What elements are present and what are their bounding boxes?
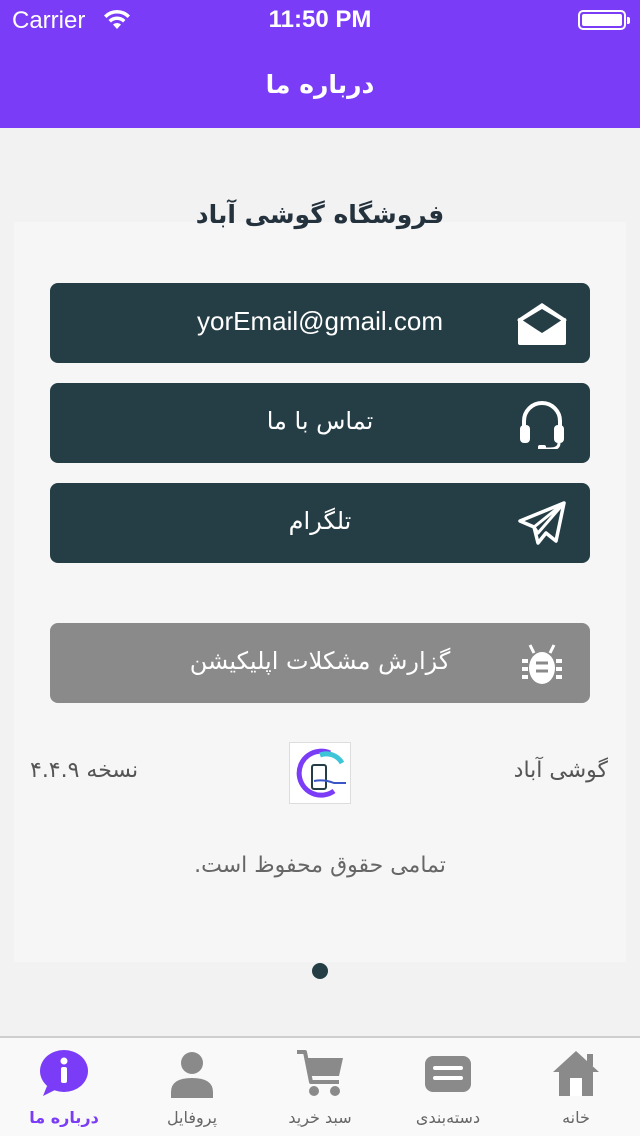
- info-icon: [40, 1050, 88, 1096]
- tab-home[interactable]: خانه: [512, 1038, 640, 1136]
- copyright-text: تمامی حقوق محفوظ است.: [194, 853, 446, 878]
- tab-label: پروفایل: [166, 1108, 218, 1127]
- battery-icon: [578, 10, 630, 30]
- email-button[interactable]: yorEmail@gmail.com: [50, 283, 590, 363]
- home-icon: [553, 1051, 599, 1096]
- store-title: فروشگاه گوشی آباد: [195, 200, 445, 229]
- tab-about-us[interactable]: درباره ما: [0, 1038, 128, 1136]
- tab-label: خانه: [562, 1108, 590, 1127]
- version-label: نسخه ۴.۴.۹: [30, 758, 139, 783]
- headset-icon: [520, 401, 564, 449]
- logo-graphic: [296, 748, 346, 798]
- page-indicator-dot: [312, 963, 328, 979]
- bug-icon: [522, 644, 562, 684]
- cart-icon: [297, 1050, 343, 1096]
- top-bar: Carrier 11:50 PM درباره ما: [0, 0, 640, 128]
- clock: 11:50 PM: [268, 6, 372, 33]
- tab-cart[interactable]: سبد خرید: [256, 1038, 384, 1136]
- app-name: گوشی آباد: [513, 758, 608, 783]
- tab-label: دسته‌بندی: [415, 1108, 481, 1127]
- contact-us-label: تماس با ما: [266, 407, 374, 435]
- paper-plane-icon: [518, 501, 566, 545]
- status-bar: Carrier 11:50 PM: [0, 0, 640, 40]
- contact-us-button[interactable]: تماس با ما: [50, 383, 590, 463]
- category-icon: [425, 1056, 471, 1092]
- page-title: درباره ما: [265, 70, 375, 99]
- email-label: yorEmail@gmail.com: [197, 306, 443, 336]
- tab-profile[interactable]: پروفایل: [128, 1038, 256, 1136]
- report-issues-button[interactable]: گزارش مشکلات اپلیکیشن: [50, 623, 590, 703]
- tab-label: درباره ما: [29, 1108, 99, 1127]
- app-logo: [289, 742, 351, 804]
- tab-label: سبد خرید: [288, 1108, 352, 1127]
- report-issues-label: گزارش مشکلات اپلیکیشن: [189, 647, 451, 675]
- tab-bar: درباره ما پروفایل سبد خرید دسته‌بندی خان…: [0, 1036, 640, 1136]
- envelope-open-icon: [517, 303, 567, 345]
- telegram-label: تلگرام: [288, 507, 352, 535]
- tab-categories[interactable]: دسته‌بندی: [384, 1038, 512, 1136]
- user-icon: [171, 1052, 213, 1098]
- telegram-button[interactable]: تلگرام: [50, 483, 590, 563]
